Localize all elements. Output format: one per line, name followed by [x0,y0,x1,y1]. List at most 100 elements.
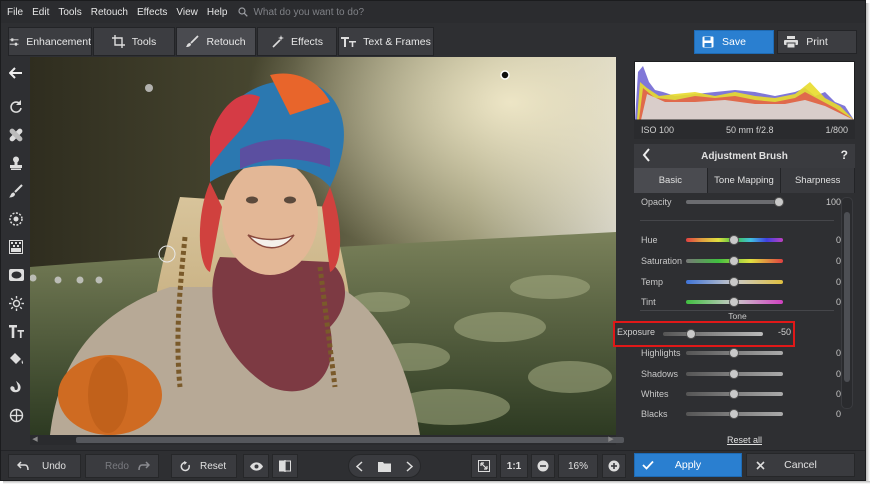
vignette-tool[interactable] [6,265,26,285]
opacity-value: 100 [825,197,841,207]
chevron-left-icon [642,148,650,162]
brush-icon [186,35,200,47]
menu-file[interactable]: File [7,7,23,18]
gradient-tool[interactable] [6,237,26,257]
crosshair-icon [9,408,23,422]
shadows-value: 0 [835,369,841,379]
minus-circle-icon [537,460,549,472]
opacity-slider-track[interactable] [686,200,783,204]
menu-view[interactable]: View [176,7,198,18]
reset-button[interactable]: Reset [171,454,237,478]
horizontal-scrollbar[interactable]: ◀ ▶ [30,435,624,445]
redo-button[interactable]: Redo [85,454,159,478]
tab-text-frames[interactable]: Text & Frames [338,27,434,56]
whites-value: 0 [835,389,841,399]
paintbrush-icon [9,184,23,198]
temp-value: 0 [835,277,841,287]
vertical-scroll-thumb[interactable] [844,212,850,382]
reset-all-link[interactable]: Reset all [634,435,855,445]
save-button[interactable]: Save [694,30,774,54]
blacks-value: 0 [835,409,841,419]
help-button[interactable]: ? [841,148,848,162]
whites-slider-knob[interactable] [729,389,739,399]
stamp-icon [10,156,22,170]
shadows-slider-knob[interactable] [729,369,739,379]
tab-tools[interactable]: Tools [93,27,175,56]
highlights-value: 0 [835,348,841,358]
rotate-tool[interactable] [6,97,26,117]
left-toolbar [1,57,30,447]
vertical-scrollbar[interactable] [841,197,853,409]
chevron-left-icon[interactable] [356,460,363,472]
scroll-right-arrow-icon[interactable]: ▶ [606,435,616,445]
tab-tools-label: Tools [131,35,157,48]
undo-button[interactable]: Undo [8,454,81,478]
search-box[interactable]: What do you want to do? [238,7,364,18]
reset-icon [180,460,191,471]
chevron-right-icon[interactable] [406,460,413,472]
photo-editor-window: File Edit Tools Retouch Effects View Hel… [0,0,866,481]
zoom-value[interactable]: 16% [558,454,598,478]
opacity-label: Opacity [641,197,672,207]
text-tool[interactable] [6,321,26,341]
clone-stamp-tool[interactable] [6,153,26,173]
hue-slider-knob[interactable] [729,235,739,245]
magic-wand-icon [272,35,285,48]
zoom-out-button[interactable] [531,454,555,478]
horizontal-scroll-thumb[interactable] [76,437,624,443]
menu-retouch[interactable]: Retouch [91,7,128,18]
crosshair-tool[interactable] [6,405,26,425]
gradient-filter-icon [9,240,23,254]
scroll-left-arrow-icon[interactable]: ◀ [30,435,40,445]
tab-retouch[interactable]: Retouch [176,27,256,56]
floppy-disk-icon [702,36,714,48]
print-button[interactable]: Print [777,30,857,54]
shutter-value: 1/800 [825,124,848,135]
subtab-basic[interactable]: Basic [634,168,708,193]
menu-effects[interactable]: Effects [137,7,167,18]
opacity-slider-knob[interactable] [774,197,784,207]
photo-image [30,57,616,435]
folder-icon[interactable] [377,461,391,472]
rotate-icon [10,100,22,113]
histogram-graph [635,66,854,121]
compare-button[interactable] [272,454,298,478]
subtab-tone-mapping[interactable]: Tone Mapping [707,168,782,193]
cancel-button[interactable]: Cancel [746,453,855,477]
highlights-slider-knob[interactable] [729,348,739,358]
tint-slider-knob[interactable] [729,297,739,307]
brush-tool[interactable] [6,181,26,201]
printer-icon [784,36,798,48]
tint-value: 0 [835,297,841,307]
color-splash-tool[interactable] [6,377,26,397]
healing-tool[interactable] [6,125,26,145]
tab-enhancement[interactable]: Enhancement [8,27,92,56]
apply-button[interactable]: Apply [634,453,742,477]
iso-value: ISO 100 [641,124,675,135]
light-tool[interactable] [6,293,26,313]
fit-to-screen-button[interactable] [471,454,497,478]
plus-circle-icon [608,460,620,472]
photo-canvas[interactable] [30,57,616,435]
temp-slider-knob[interactable] [729,277,739,287]
tab-effects[interactable]: Effects [257,27,337,56]
sun-icon [8,295,24,311]
subtab-sharpness[interactable]: Sharpness [781,168,856,193]
menu-help[interactable]: Help [207,7,228,18]
menu-edit[interactable]: Edit [32,7,49,18]
bandage-icon [9,128,23,142]
fill-tool[interactable] [6,349,26,369]
blacks-slider-knob[interactable] [729,409,739,419]
menu-tools[interactable]: Tools [58,7,81,18]
preview-button[interactable] [243,454,269,478]
back-arrow-button[interactable] [6,63,26,83]
zoom-in-button[interactable] [602,454,626,478]
saturation-slider-knob[interactable] [729,256,739,266]
menu-bar: File Edit Tools Retouch Effects View Hel… [1,1,865,23]
zoom-1to1-button[interactable]: 1:1 [500,454,528,478]
tint-row: Tint 0 [634,294,841,310]
lens-value: 50 mm f/2.8 [725,124,774,135]
radial-tool[interactable] [6,209,26,229]
panel-back-button[interactable] [642,148,651,165]
blacks-label: Blacks [641,409,668,419]
